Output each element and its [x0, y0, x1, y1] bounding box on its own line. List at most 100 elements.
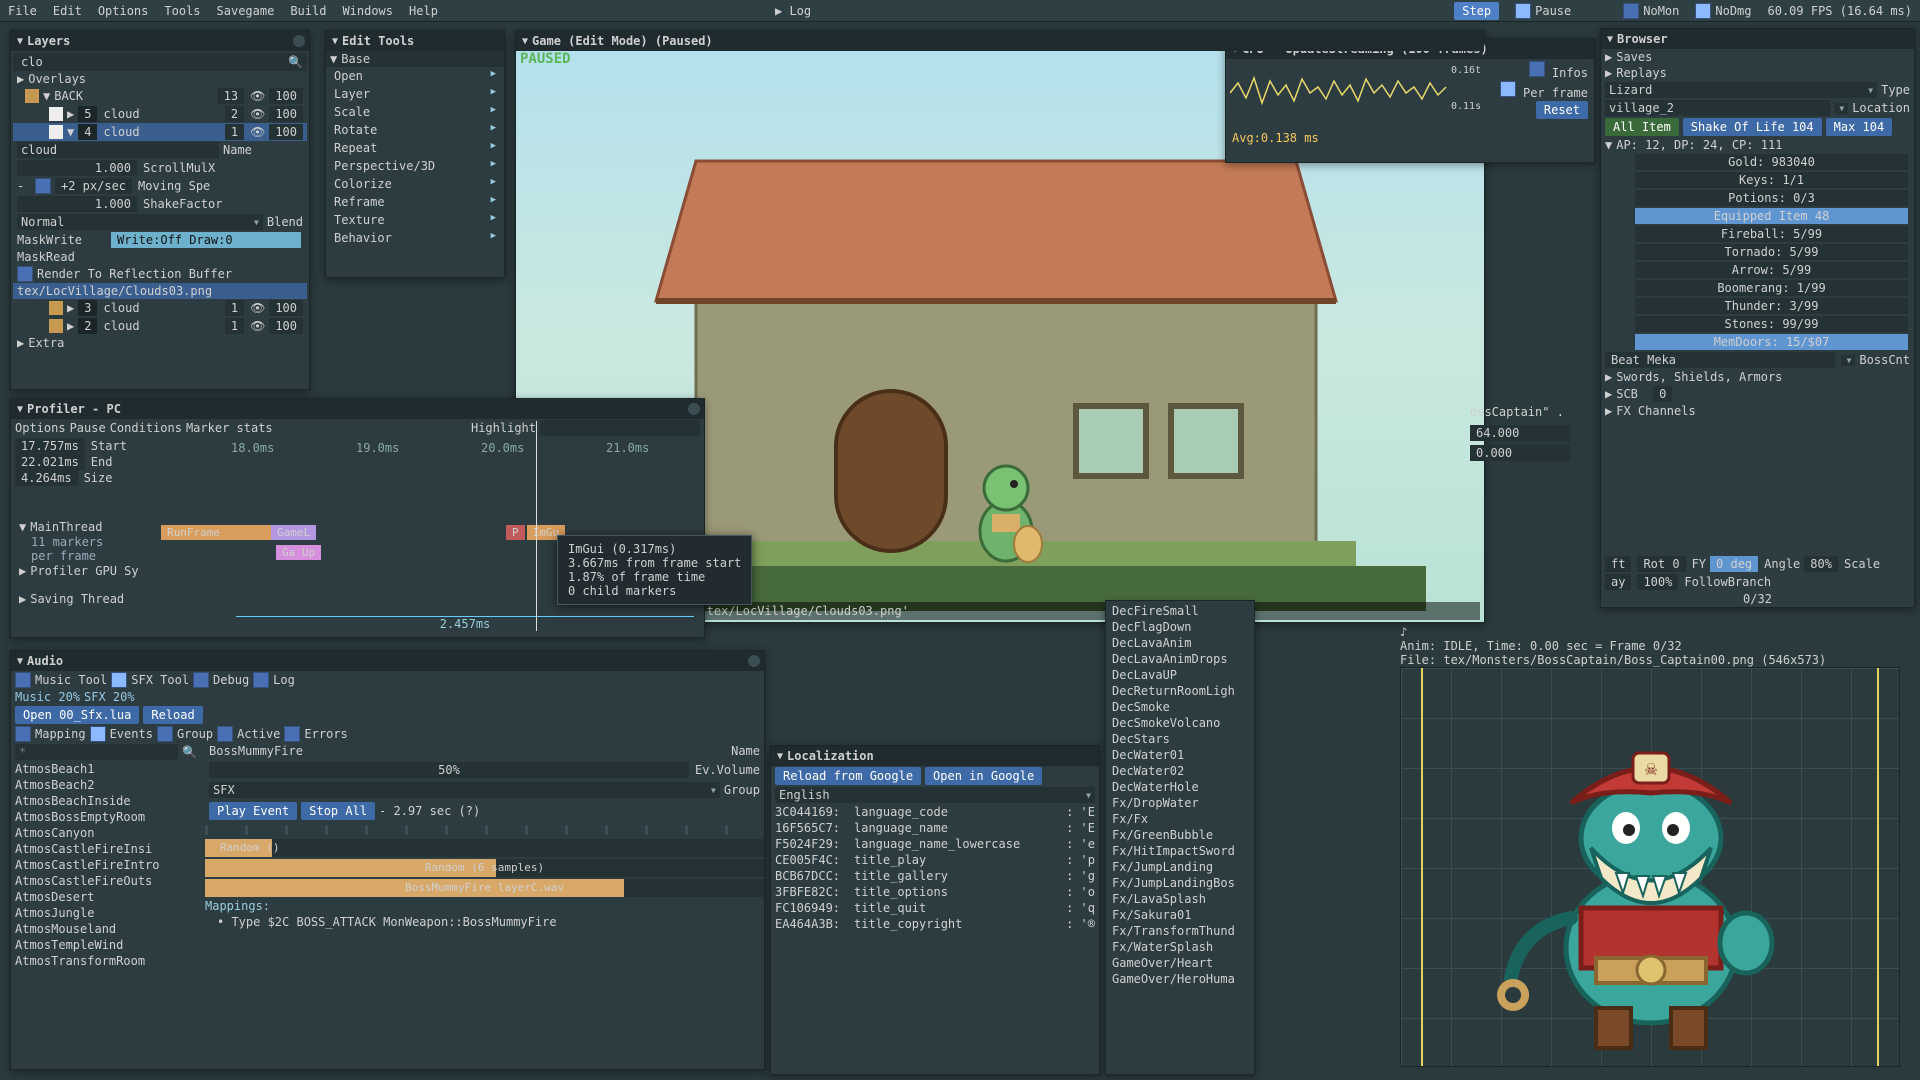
fx-item[interactable]: Fx/TransformThund	[1108, 923, 1252, 939]
menu-windows[interactable]: Windows	[342, 4, 393, 18]
browser-prop[interactable]: Arrow: 5/99	[1631, 261, 1914, 279]
speed-chk[interactable]	[35, 178, 51, 194]
row-name[interactable]: cloud	[103, 301, 220, 315]
scrollmulx-value[interactable]: 1.000	[17, 160, 137, 176]
deg-value[interactable]: 0 deg	[1710, 556, 1758, 572]
audio-item[interactable]: AtmosTransformRoom	[11, 953, 201, 969]
allitem-button[interactable]: All Item	[1605, 118, 1679, 136]
menu-tools[interactable]: Tools	[164, 4, 200, 18]
fx-item[interactable]: DecLavaUP	[1108, 667, 1252, 683]
stats-line[interactable]: AP: 12, DP: 24, CP: 111	[1616, 138, 1782, 152]
mainthread-node[interactable]: MainThread	[30, 520, 102, 534]
edit-tool-colorize[interactable]: Colorize▶	[326, 175, 504, 193]
texture-path[interactable]: tex/LocVillage/Clouds03.png	[17, 284, 212, 298]
audio-search[interactable]	[15, 744, 178, 760]
loc-row[interactable]: BCB67DCC:title_gallery: 'g	[771, 868, 1099, 884]
menu-options[interactable]: Options	[98, 4, 149, 18]
browser-prop[interactable]: Stones: 99/99	[1631, 315, 1914, 333]
max-button[interactable]: Max 104	[1826, 118, 1893, 136]
play-event-button[interactable]: Play Event	[209, 802, 297, 820]
fx-item[interactable]: Fx/LavaSplash	[1108, 891, 1252, 907]
rot-value[interactable]: Rot 0	[1637, 556, 1685, 572]
eye-icon[interactable]: 👁	[250, 319, 265, 333]
back-node[interactable]: BACK	[54, 89, 213, 103]
menu-help[interactable]: Help	[409, 4, 438, 18]
wav-slider[interactable]: BossMummyFire layerC.wav	[205, 879, 764, 897]
vol-50[interactable]: 50%	[209, 762, 689, 778]
edit-tool-behavior[interactable]: Behavior▶	[326, 229, 504, 247]
fx-item[interactable]: GameOver/Heart	[1108, 955, 1252, 971]
fx-item[interactable]: DecStars	[1108, 731, 1252, 747]
highlight-input[interactable]	[540, 420, 700, 436]
audio-item[interactable]: AtmosCanyon	[11, 825, 201, 841]
browser-prop[interactable]: Equipped Item 48	[1631, 207, 1914, 225]
fx-item[interactable]: DecFireSmall	[1108, 603, 1252, 619]
entity-dropdown[interactable]: Lizard	[1605, 82, 1877, 98]
beat-value[interactable]: Beat Meka	[1605, 352, 1835, 368]
sfx-dropdown[interactable]: SFX	[209, 782, 720, 798]
layer-name-input[interactable]	[17, 142, 219, 158]
layers-search-input[interactable]	[17, 54, 284, 70]
eye-icon[interactable]: 👁	[250, 107, 265, 121]
prof-pause[interactable]: Pause	[70, 421, 106, 435]
maskwrite-value[interactable]: Write:Off Draw:0	[111, 232, 301, 248]
shake-value[interactable]: 1.000	[17, 196, 137, 212]
shake-button[interactable]: Shake Of Life 104	[1683, 118, 1822, 136]
fx-item[interactable]: Fx/GreenBubble	[1108, 827, 1252, 843]
pct-value[interactable]: 80%	[1804, 556, 1838, 572]
fx-item[interactable]: DecReturnRoomLigh	[1108, 683, 1252, 699]
reload-sfx-button[interactable]: Reload	[143, 706, 202, 724]
loc-row[interactable]: CE005F4C:title_play: 'p	[771, 852, 1099, 868]
location-input[interactable]	[1605, 100, 1830, 116]
loc-open-button[interactable]: Open in Google	[925, 767, 1042, 785]
log-chk[interactable]	[253, 672, 269, 688]
menu-edit[interactable]: Edit	[53, 4, 82, 18]
search-icon[interactable]: 🔍	[182, 745, 197, 759]
language-dropdown[interactable]: English	[775, 787, 1095, 803]
fx-item[interactable]: DecSmokeVolcano	[1108, 715, 1252, 731]
edit-tool-scale[interactable]: Scale▶	[326, 103, 504, 121]
bar-gamel[interactable]: GameL	[271, 525, 316, 540]
fx-item[interactable]: DecWater02	[1108, 763, 1252, 779]
loc-row[interactable]: 3FBFE82C:title_options: 'o	[771, 884, 1099, 900]
row-name[interactable]: cloud	[103, 125, 220, 139]
menu-build[interactable]: Build	[290, 4, 326, 18]
fx-item[interactable]: Fx/DropWater	[1108, 795, 1252, 811]
edit-tool-layer[interactable]: Layer▶	[326, 85, 504, 103]
edit-tool-repeat[interactable]: Repeat▶	[326, 139, 504, 157]
bar-gaup[interactable]: Ga Up	[276, 545, 321, 560]
nodmg-toggle[interactable]: NoDmg	[1695, 3, 1751, 19]
browser-prop[interactable]: MemDoors: 15/$07	[1631, 333, 1914, 351]
stop-all-button[interactable]: Stop All	[301, 802, 375, 820]
audio-item[interactable]: AtmosMouseland	[11, 921, 201, 937]
nomon-toggle[interactable]: NoMon	[1623, 3, 1679, 19]
row-name[interactable]: cloud	[103, 319, 220, 333]
loc-dd[interactable]	[1834, 103, 1848, 114]
beat-dd[interactable]	[1841, 355, 1855, 366]
sfxtool-radio[interactable]	[111, 672, 127, 688]
edit-tool-open[interactable]: Open▶	[326, 67, 504, 85]
gpu-node[interactable]: Profiler GPU Sy	[30, 564, 138, 578]
prof-options[interactable]: Options	[15, 421, 66, 435]
musictool-radio[interactable]	[15, 672, 31, 688]
audio-item[interactable]: AtmosBeachInside	[11, 793, 201, 809]
loc-row[interactable]: EA464A3B:title_copyright: '®	[771, 916, 1099, 932]
fx-item[interactable]: DecFlagDown	[1108, 619, 1252, 635]
search-icon[interactable]: 🔍	[288, 55, 303, 69]
debug-chk[interactable]	[193, 672, 209, 688]
audio-item[interactable]: AtmosCastleFireOuts	[11, 873, 201, 889]
perframe-toggle[interactable]	[1500, 81, 1516, 97]
eye-icon[interactable]: 👁	[250, 125, 265, 139]
open-sfx-button[interactable]: Open 00_Sfx.lua	[15, 706, 139, 724]
random-slider[interactable]: Random ()	[205, 839, 764, 857]
sprite-preview[interactable]: ☠	[1400, 667, 1900, 1067]
pause-toggle[interactable]: Pause	[1515, 3, 1571, 19]
browser-prop[interactable]: Keys: 1/1	[1631, 171, 1914, 189]
browser-prop[interactable]: Potions: 0/3	[1631, 189, 1914, 207]
audio-item[interactable]: AtmosDesert	[11, 889, 201, 905]
music-vol[interactable]: Music 20%	[15, 690, 80, 704]
browser-prop[interactable]: Thunder: 3/99	[1631, 297, 1914, 315]
edit-tool-rotate[interactable]: Rotate▶	[326, 121, 504, 139]
fx-item[interactable]: GameOver/HeroHuma	[1108, 971, 1252, 987]
fx-item[interactable]: DecWaterHole	[1108, 779, 1252, 795]
